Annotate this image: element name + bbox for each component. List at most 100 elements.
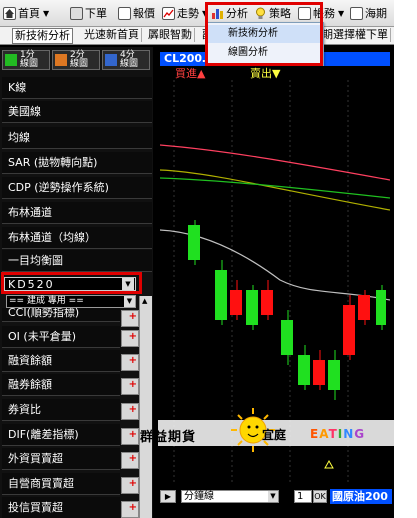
chevron-down-icon[interactable]: ▼: [268, 491, 278, 502]
indicator-item[interactable]: 融資餘額: [2, 350, 120, 372]
plus-icon: +: [128, 502, 137, 513]
indicator-item[interactable]: CCI(順勢指標): [2, 308, 120, 322]
candle: [328, 360, 340, 390]
candle: [281, 320, 293, 355]
period-select[interactable]: 分鐘線: [181, 490, 279, 503]
add-indicator-button[interactable]: +: [121, 452, 139, 469]
tab-new-tech-analysis[interactable]: 新技術分析: [12, 28, 73, 44]
candle: [298, 355, 310, 385]
indicator-item[interactable]: 一目均衡圖: [2, 250, 152, 272]
tab-speed-home[interactable]: 光速新首頁: [82, 28, 142, 42]
menu-account-label: 帳務: [313, 7, 335, 20]
tab-smart-eye[interactable]: 羼眼智勳: [146, 28, 195, 42]
candle: [215, 270, 227, 320]
trend-icon: [162, 6, 175, 20]
account-icon: [298, 6, 311, 20]
selected-indicator-field[interactable]: KD520: [4, 277, 136, 291]
indicator-scrollbar[interactable]: ▲: [139, 296, 152, 518]
indicator-filter-select[interactable]: == 建成 專用 ==: [6, 295, 136, 308]
menu-order[interactable]: 下單: [70, 5, 107, 21]
plus-icon: +: [128, 453, 137, 464]
scroll-up-icon[interactable]: ▲: [142, 297, 147, 305]
chevron-down-icon: ▼: [202, 8, 209, 18]
tab-bar: 新技術分析 光速新首頁 羼眼智勳 副 期選擇權下單: [0, 27, 394, 45]
candle: [261, 290, 273, 315]
chevron-down-icon: ▼: [43, 8, 50, 18]
buy-label[interactable]: 買進▲: [175, 67, 205, 80]
symbol-field[interactable]: 國原油200: [330, 489, 392, 504]
timeframe-4min-swatch: [105, 54, 117, 66]
indicator-item[interactable]: 自營商買賣超: [2, 473, 120, 495]
indicator-item[interactable]: SAR (拋物轉向點): [2, 152, 152, 174]
tab-options-order[interactable]: 期選擇權下單: [320, 28, 391, 42]
indicator-item[interactable]: 券資比: [2, 399, 120, 421]
analysis-icon: [211, 7, 224, 20]
overseas-icon: [350, 6, 363, 20]
chevron-down-icon[interactable]: ▼: [122, 278, 134, 290]
next-arrow-icon[interactable]: ▶: [160, 490, 176, 503]
sell-label[interactable]: 賣出▼: [250, 67, 280, 80]
plus-icon: +: [128, 331, 137, 342]
indicator-item[interactable]: 融券餘額: [2, 374, 120, 396]
lightbulb-icon: [254, 7, 267, 20]
add-indicator-button[interactable]: +: [121, 310, 139, 327]
indicator-item[interactable]: OI (未平倉量): [2, 326, 120, 348]
menu-analysis[interactable]: 分析: [211, 5, 248, 21]
add-indicator-button[interactable]: +: [121, 477, 139, 494]
menu-strategy[interactable]: 策略: [254, 5, 291, 21]
app-window: 首頁 ▼ 下單 報價 走勢 ▼ 分析 策略 帳務 ▼ 海期 新技術分析 光速新首…: [0, 0, 394, 518]
analysis-dropdown-menu: 新技術分析 線圖分析: [207, 22, 324, 66]
menu-quote[interactable]: 報價: [118, 5, 155, 21]
menu-trend[interactable]: 走勢 ▼: [162, 5, 208, 21]
plus-icon: +: [128, 404, 137, 415]
menu-analysis-label: 分析: [226, 7, 248, 20]
menu-order-label: 下單: [85, 7, 107, 20]
timeframe-2min-swatch: [55, 54, 67, 66]
period-count-input[interactable]: 1: [294, 490, 312, 503]
indicator-item[interactable]: 美國線: [2, 101, 152, 123]
timeframe-1min-swatch: [5, 54, 17, 66]
indicator-item[interactable]: 均線: [2, 127, 152, 149]
timeframe-4min-label-bottom: 線圖: [120, 59, 139, 69]
indicator-item[interactable]: DIF(離差指標): [2, 424, 120, 446]
top-menubar: 首頁 ▼ 下單 報價 走勢 ▼ 分析 策略 帳務 ▼ 海期: [0, 0, 394, 27]
indicator-item[interactable]: CDP (逆勢操作系統): [2, 177, 152, 199]
menu-account[interactable]: 帳務 ▼: [298, 5, 344, 21]
timeframe-1min-button[interactable]: 1分 線圖: [2, 50, 50, 70]
menu-trend-label: 走勢: [177, 7, 199, 20]
add-indicator-button[interactable]: +: [121, 428, 139, 445]
indicator-item[interactable]: 布林通道: [2, 202, 152, 224]
timeframe-2min-button[interactable]: 2分 線圖: [52, 50, 100, 70]
timeframe-4min-button[interactable]: 4分 線圖: [102, 50, 150, 70]
plus-icon: +: [128, 379, 137, 390]
ok-button[interactable]: OK: [313, 490, 327, 503]
plus-icon: +: [128, 355, 137, 366]
order-icon: [70, 6, 83, 20]
dropdown-item-new-tech-analysis[interactable]: 新技術分析: [208, 25, 323, 43]
home-icon: [3, 6, 16, 20]
watermark-right-text: 宜庭: [262, 428, 287, 442]
indicator-item[interactable]: K線: [2, 77, 152, 99]
add-indicator-button[interactable]: +: [121, 330, 139, 347]
chevron-down-icon: ▼: [338, 8, 345, 18]
add-indicator-button[interactable]: +: [121, 354, 139, 371]
menu-home[interactable]: 首頁 ▼: [3, 5, 49, 21]
timeframe-1min-label-bottom: 線圖: [20, 59, 39, 69]
menu-strategy-label: 策略: [269, 7, 291, 20]
indicator-item[interactable]: 外資買賣超: [2, 448, 120, 470]
indicator-item[interactable]: 布林通道（均線）: [2, 227, 152, 249]
menu-overseas[interactable]: 海期: [350, 5, 387, 21]
add-indicator-button[interactable]: +: [121, 378, 139, 395]
candle: [188, 225, 200, 260]
timeframe-buttons: 1分 線圖 2分 線圖 4分 線圖: [2, 50, 152, 70]
add-indicator-button[interactable]: +: [121, 403, 139, 420]
quote-icon: [118, 6, 131, 20]
indicator-item[interactable]: 投信買賣超: [2, 497, 120, 518]
dropdown-item-chart-analysis[interactable]: 線圖分析: [208, 44, 323, 62]
watermark-brand: EATING: [310, 427, 366, 441]
timeframe-2min-label-bottom: 線圖: [70, 59, 89, 69]
chevron-down-icon[interactable]: ▼: [124, 296, 135, 307]
add-indicator-button[interactable]: +: [121, 501, 139, 518]
plus-icon: +: [128, 429, 137, 440]
menu-overseas-label: 海期: [365, 7, 387, 20]
